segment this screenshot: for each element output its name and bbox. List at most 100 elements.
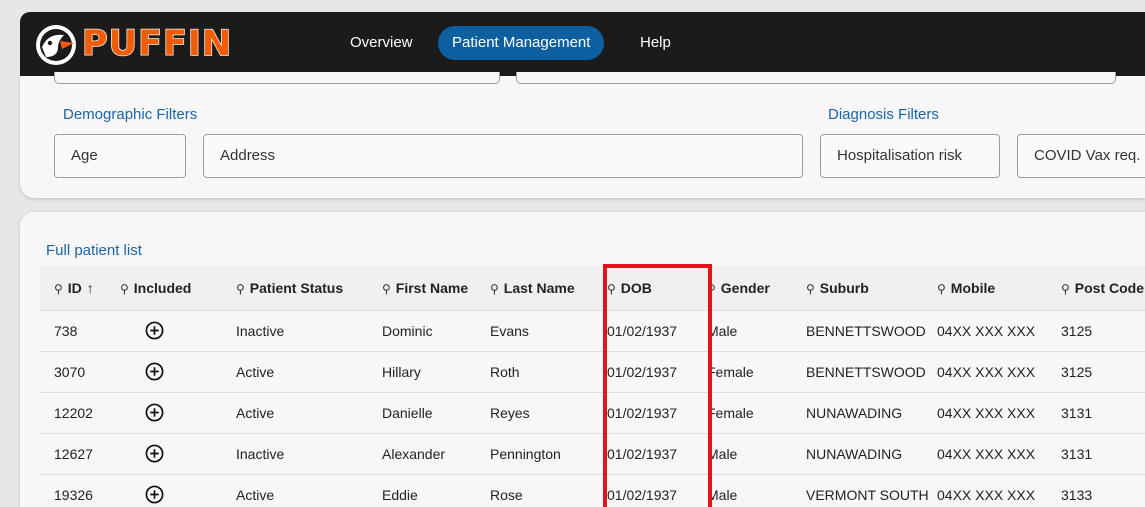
nav-overview[interactable]: Overview [350, 26, 413, 60]
search-icon[interactable]: ⚲ [490, 282, 499, 296]
column-header-label: Patient Status [249, 280, 344, 296]
patient-list-title: Full patient list [46, 242, 142, 259]
column-header-dob[interactable]: ⚲ DOB [607, 266, 652, 310]
cell-mobile: 04XX XXX XXX [937, 405, 1036, 421]
cell-mobile: 04XX XXX XXX [937, 364, 1036, 380]
cell-last: Evans [490, 323, 529, 339]
patient-list-panel: Full patient list ⚲ ID ↑ ⚲ Included ⚲ Patient … [20, 212, 1145, 507]
search-icon[interactable]: ⚲ [382, 282, 391, 296]
cell-suburb: BENNETTSWOOD [806, 323, 926, 339]
column-header-last[interactable]: ⚲ Last Name [490, 266, 575, 310]
cell-status: Active [236, 405, 275, 421]
cell-gender: Male [707, 446, 738, 462]
cell-id: 19326 [54, 487, 93, 503]
cell-last: Roth [490, 364, 520, 380]
cell-suburb: VERMONT SOUTH [806, 487, 929, 503]
cell-status: Active [236, 364, 275, 380]
cell-mobile: 04XX XXX XXX [937, 446, 1036, 462]
cell-gender: Male [707, 323, 738, 339]
cell-status: Inactive [236, 323, 285, 339]
cell-status: Inactive [236, 446, 285, 462]
top-navigation-bar: PUFFIN Overview Patient Management Help [20, 12, 1145, 76]
table-body: 738 Inactive Dominic Evans 01/02/1937 Male BEN… [40, 310, 1145, 507]
cell-postcode: 3133 [1061, 487, 1093, 503]
app-logo[interactable]: PUFFIN [34, 23, 244, 67]
cell-gender: Female [707, 364, 754, 380]
cell-postcode: 3125 [1061, 364, 1093, 380]
add-circle-icon[interactable] [145, 403, 164, 422]
address-filter-field[interactable]: Address [203, 134, 803, 178]
cell-last: Rose [490, 487, 523, 503]
cell-last: Reyes [490, 405, 530, 421]
sort-ascending-icon[interactable]: ↑ [87, 280, 94, 296]
cell-mobile: 04XX XXX XXX [937, 487, 1036, 503]
cell-dob: 01/02/1937 [607, 323, 678, 339]
cell-status: Active [236, 487, 275, 503]
column-header-id[interactable]: ⚲ ID ↑ [54, 266, 94, 310]
column-header-label: Gender [720, 280, 770, 296]
cell-dob: 01/02/1937 [607, 446, 678, 462]
column-header-label: Last Name [503, 280, 575, 296]
cell-mobile: 04XX XXX XXX [937, 323, 1036, 339]
age-filter-field[interactable]: Age [54, 134, 186, 178]
add-circle-icon[interactable] [145, 362, 164, 381]
table-row[interactable]: 12627 Inactive Alexander Pennington 01/02/19… [40, 433, 1145, 474]
column-header-gender[interactable]: ⚲ Gender [707, 266, 770, 310]
diagnosis-filters-label: Diagnosis Filters [828, 106, 939, 123]
column-header-included[interactable]: ⚲ Included [120, 266, 191, 310]
search-icon[interactable]: ⚲ [1061, 282, 1070, 296]
table-row[interactable]: 3070 Active Hillary Roth 01/02/1937 Female BEN… [40, 351, 1145, 392]
cell-suburb: NUNAWADING [806, 446, 903, 462]
cell-id: 12202 [54, 405, 93, 421]
demographic-filters-label: Demographic Filters [63, 106, 198, 123]
search-icon[interactable]: ⚲ [937, 282, 946, 296]
search-icon[interactable]: ⚲ [236, 282, 245, 296]
cell-id: 12627 [54, 446, 93, 462]
column-header-label: Post Code [1074, 280, 1145, 296]
search-icon[interactable]: ⚲ [54, 282, 63, 296]
table-row[interactable]: 19326 Active Eddie Rose 01/02/1937 Male VERMON… [40, 474, 1145, 507]
column-header-label: Included [133, 280, 192, 296]
search-icon[interactable]: ⚲ [707, 282, 716, 296]
column-header-first[interactable]: ⚲ First Name [382, 266, 468, 310]
cell-suburb: BENNETTSWOOD [806, 364, 926, 380]
cell-postcode: 3131 [1061, 405, 1093, 421]
add-circle-icon[interactable] [145, 444, 164, 463]
column-header-label: ID [67, 280, 82, 296]
table-row[interactable]: 12202 Active Danielle Reyes 01/02/1937 Female… [40, 392, 1145, 433]
cell-id: 3070 [54, 364, 86, 380]
puffin-logo-icon [36, 25, 76, 65]
search-icon[interactable]: ⚲ [607, 282, 616, 296]
patient-table: ⚲ ID ↑ ⚲ Included ⚲ Patient Status ⚲ First Name ⚲… [40, 266, 1145, 507]
cell-dob: 01/02/1937 [607, 364, 678, 380]
cell-postcode: 3125 [1061, 323, 1093, 339]
app-name: PUFFIN [81, 23, 233, 65]
nav-patient-management[interactable]: Patient Management [438, 26, 605, 60]
column-header-label: DOB [620, 280, 652, 296]
partial-filter-field[interactable] [54, 72, 500, 84]
cell-last: Pennington [490, 446, 561, 462]
covid-vax-filter-field[interactable]: COVID Vax req. [1017, 134, 1145, 178]
column-header-mobile[interactable]: ⚲ Mobile [937, 266, 995, 310]
add-circle-icon[interactable] [145, 485, 164, 504]
cell-first: Alexander [382, 446, 446, 462]
cell-dob: 01/02/1937 [607, 405, 678, 421]
column-header-status[interactable]: ⚲ Patient Status [236, 266, 343, 310]
add-circle-icon[interactable] [145, 321, 164, 340]
table-row[interactable]: 738 Inactive Dominic Evans 01/02/1937 Male BEN… [40, 310, 1145, 351]
cell-suburb: NUNAWADING [806, 405, 903, 421]
cell-id: 738 [54, 323, 78, 339]
column-header-suburb[interactable]: ⚲ Suburb [806, 266, 869, 310]
cell-first: Danielle [382, 405, 433, 421]
search-icon[interactable]: ⚲ [120, 282, 129, 296]
cell-first: Eddie [382, 487, 418, 503]
column-header-label: First Name [395, 280, 469, 296]
partial-filter-field[interactable] [516, 72, 1116, 84]
cell-gender: Female [707, 405, 754, 421]
nav-help[interactable]: Help [640, 26, 671, 60]
column-header-postcode[interactable]: ⚲ Post Code [1061, 266, 1144, 310]
cell-dob: 01/02/1937 [607, 487, 678, 503]
hospitalisation-risk-filter-field[interactable]: Hospitalisation risk [820, 134, 1000, 178]
search-icon[interactable]: ⚲ [806, 282, 815, 296]
table-header-row: ⚲ ID ↑ ⚲ Included ⚲ Patient Status ⚲ First Name ⚲… [40, 266, 1145, 310]
